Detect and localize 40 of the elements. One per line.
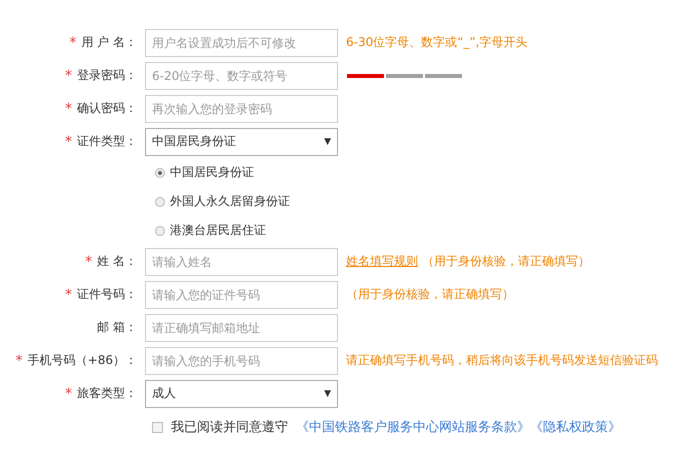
- hint-text: （用于身份核验，请正确填写）: [346, 286, 514, 303]
- radio-label[interactable]: 外国人永久居留身份证: [170, 193, 290, 210]
- field-label: 证件号码：: [77, 286, 137, 303]
- field-label: 邮 箱：: [97, 319, 137, 336]
- input-field[interactable]: 请输入您的手机号码: [145, 346, 338, 374]
- required-mark: *: [65, 68, 72, 84]
- field-label: 确认密码：: [77, 100, 137, 117]
- radio-label[interactable]: 中国居民身份证: [170, 164, 254, 181]
- field-label: 姓 名：: [97, 253, 137, 270]
- dropdown[interactable]: 中国居民身份证 ▼: [145, 128, 338, 156]
- input-field[interactable]: 请输入您的证件号码: [145, 280, 338, 308]
- required-mark: *: [65, 134, 72, 150]
- hint-text: （用于身份核验，请正确填写）: [422, 253, 590, 270]
- radio-button[interactable]: [155, 226, 165, 236]
- agree-checkbox[interactable]: [152, 422, 163, 432]
- field-label: 手机号码（+86）：: [28, 352, 137, 369]
- hint-text: 6-30位字母、数字或“_”,字母开头: [346, 34, 528, 51]
- required-mark: *: [65, 386, 72, 402]
- required-mark: *: [69, 34, 76, 50]
- agreement-text: 我已阅读并同意遵守: [171, 419, 288, 436]
- radio-label[interactable]: 港澳台居民居住证: [170, 222, 266, 239]
- input-field[interactable]: 用户名设置成功后不可修改: [145, 28, 338, 56]
- radio-button[interactable]: [155, 196, 165, 206]
- hint-text: 请正确填写手机号码，稍后将向该手机号码发送短信验证码: [346, 352, 658, 369]
- input-field[interactable]: 6-20位字母、数字或符号: [145, 62, 338, 90]
- input-field[interactable]: 请正确填写邮箱地址: [145, 314, 338, 342]
- required-mark: *: [65, 100, 72, 116]
- field-label: 证件类型：: [77, 133, 137, 150]
- field-label: 旅客类型：: [77, 385, 137, 402]
- radio-button[interactable]: [155, 168, 165, 178]
- policy-link[interactable]: 《中国铁路客户服务中心网站服务条款》: [296, 418, 530, 436]
- input-field[interactable]: 再次输入您的登录密码: [145, 94, 338, 122]
- required-mark: *: [85, 254, 92, 270]
- required-mark: *: [65, 286, 72, 302]
- dropdown[interactable]: 成人 ▼: [145, 380, 338, 408]
- policy-link[interactable]: 《隐私权政策》: [530, 418, 621, 436]
- field-label: 用 户 名：: [81, 34, 137, 51]
- input-field[interactable]: 请输入姓名: [145, 248, 338, 276]
- field-label: 登录密码：: [77, 67, 137, 84]
- required-mark: *: [16, 352, 23, 368]
